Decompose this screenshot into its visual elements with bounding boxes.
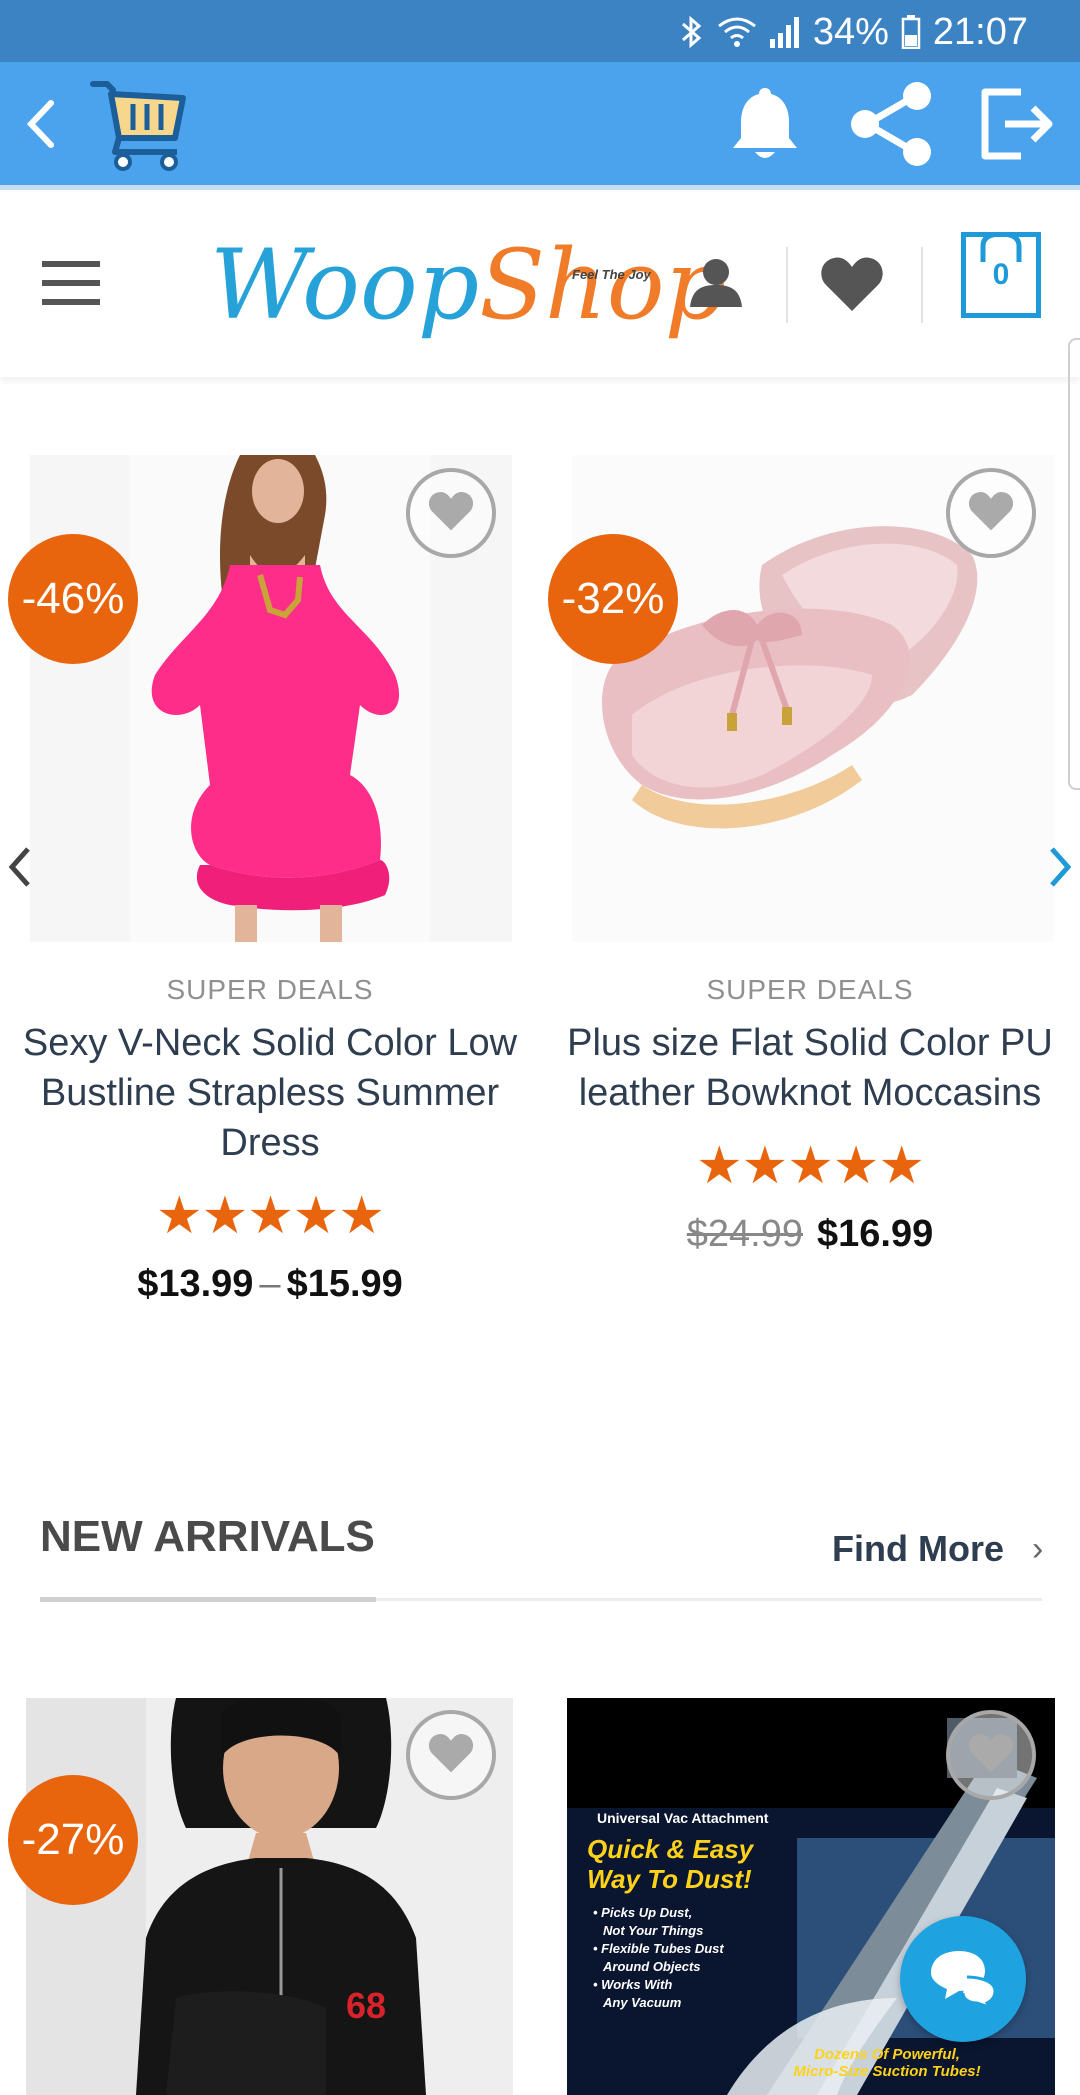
bell-icon xyxy=(731,84,799,169)
discount-badge: -46% xyxy=(8,534,138,664)
chevron-left-icon xyxy=(6,2066,34,2095)
share-button[interactable] xyxy=(844,62,938,190)
ad-bullet: Around Objects xyxy=(603,1959,701,1974)
wishlist-toggle[interactable] xyxy=(406,468,496,558)
star-rating: ★★★★★ xyxy=(695,1137,925,1195)
ad-headline-line1: Quick & Easy xyxy=(587,1834,754,1864)
chat-bubbles-icon xyxy=(927,1947,999,2012)
section-title: NEW ARRIVALS xyxy=(40,1512,375,1561)
heart-icon xyxy=(968,1732,1014,1779)
hamburger-icon xyxy=(40,261,102,311)
product-title[interactable]: Plus size Flat Solid Color PU leather Bo… xyxy=(550,1018,1070,1118)
find-more-label: Find More xyxy=(832,1528,1004,1569)
heart-icon xyxy=(968,490,1014,537)
ad-bullet: Any Vacuum xyxy=(603,1995,682,2010)
wifi-icon xyxy=(717,16,757,48)
wishlist-toggle[interactable] xyxy=(946,468,1036,558)
chevron-left-icon xyxy=(23,97,57,156)
signal-icon xyxy=(769,15,801,49)
product-info: SUPER DEALS Plus size Flat Solid Color P… xyxy=(550,970,1070,1262)
wishlist-toggle[interactable] xyxy=(406,1710,496,1800)
ad-footer: Dozens Of Powerful, Micro-Size Suction T… xyxy=(757,2046,1017,2080)
carousel-prev-button[interactable] xyxy=(6,2070,34,2095)
notifications-button[interactable] xyxy=(722,62,808,190)
chevron-right-icon: › xyxy=(1031,1529,1044,1568)
price-min: $13.99 xyxy=(137,1263,254,1305)
back-button[interactable] xyxy=(10,62,70,190)
find-more-link[interactable]: Find More › xyxy=(832,1528,1043,1570)
discount-badge: -32% xyxy=(548,534,678,664)
price-separator: – xyxy=(259,1263,281,1305)
product-price: $24.99 $16.99 xyxy=(550,1206,1070,1262)
product-category[interactable]: SUPER DEALS xyxy=(550,970,1070,1010)
product-info: SUPER DEALS Sexy V-Neck Solid Color Low … xyxy=(10,970,530,1312)
price-old: $24.99 xyxy=(686,1213,803,1255)
ad-bullet: • Flexible Tubes Dust xyxy=(593,1941,724,1956)
heart-icon xyxy=(428,490,474,537)
star-rating: ★★★★★ xyxy=(155,1187,385,1245)
site-header: WoopShop Feel The Joy 0 xyxy=(0,195,1080,377)
user-icon xyxy=(688,259,744,313)
battery-icon xyxy=(901,15,921,49)
carousel-prev-button[interactable] xyxy=(6,838,34,900)
chat-button[interactable] xyxy=(900,1916,1026,2042)
ad-footer-line2: Micro-Size Suction Tubes! xyxy=(793,2063,981,2080)
product-price: $13.99– $15.99 xyxy=(10,1256,530,1312)
app-toolbar xyxy=(0,62,1080,190)
chevron-left-icon xyxy=(6,834,34,903)
bluetooth-icon xyxy=(679,14,705,50)
account-button[interactable] xyxy=(688,257,744,314)
exit-icon xyxy=(979,88,1055,165)
cart-count: 0 xyxy=(992,258,1010,291)
price-max: $15.99 xyxy=(286,1263,403,1305)
site-logo[interactable]: WoopShop Feel The Joy xyxy=(210,225,726,345)
section-divider-active xyxy=(40,1597,376,1602)
heart-icon xyxy=(820,257,884,317)
status-bar: 34% 21:07 xyxy=(0,0,1080,62)
heart-icon xyxy=(428,1732,474,1779)
header-divider xyxy=(921,247,923,323)
wishlist-toggle[interactable] xyxy=(946,1710,1036,1800)
cart-handle-icon xyxy=(980,232,1022,262)
ad-bullet: • Picks Up Dust, xyxy=(593,1905,693,1920)
svg-text:68: 68 xyxy=(346,1985,386,2026)
shopping-cart-icon xyxy=(89,76,189,177)
product-category[interactable]: SUPER DEALS xyxy=(10,970,530,1010)
carousel-next-button[interactable] xyxy=(1046,838,1074,900)
price-new: $16.99 xyxy=(817,1213,934,1255)
ad-bullet: • Works With xyxy=(593,1977,673,1992)
exit-button[interactable] xyxy=(972,62,1062,190)
menu-button[interactable] xyxy=(40,259,102,312)
ad-footer-line1: Dozens Of Powerful, xyxy=(814,2046,960,2063)
share-icon xyxy=(847,80,935,173)
wishlist-button[interactable] xyxy=(820,255,884,318)
header-divider xyxy=(786,247,788,323)
product-title[interactable]: Sexy V-Neck Solid Color Low Bustline Str… xyxy=(10,1018,530,1168)
ad-bullet: Not Your Things xyxy=(603,1923,704,1938)
chevron-right-icon xyxy=(1046,834,1074,903)
ad-headline: Quick & Easy Way To Dust! xyxy=(587,1834,753,1894)
ad-bullets: • Picks Up Dust, Not Your Things • Flexi… xyxy=(593,1904,724,2012)
scroll-indicator[interactable] xyxy=(1068,338,1080,790)
discount-badge: -27% xyxy=(8,1775,138,1905)
logo-text-woop: Woop xyxy=(210,229,480,341)
ad-brand: Universal Vac Attachment xyxy=(597,1810,769,1826)
ad-headline-line2: Way To Dust! xyxy=(587,1864,752,1894)
clock: 21:07 xyxy=(932,10,1028,53)
battery-percent: 34% xyxy=(812,10,889,53)
cart-home-button[interactable] xyxy=(84,62,194,190)
logo-tagline: Feel The Joy xyxy=(572,267,651,282)
